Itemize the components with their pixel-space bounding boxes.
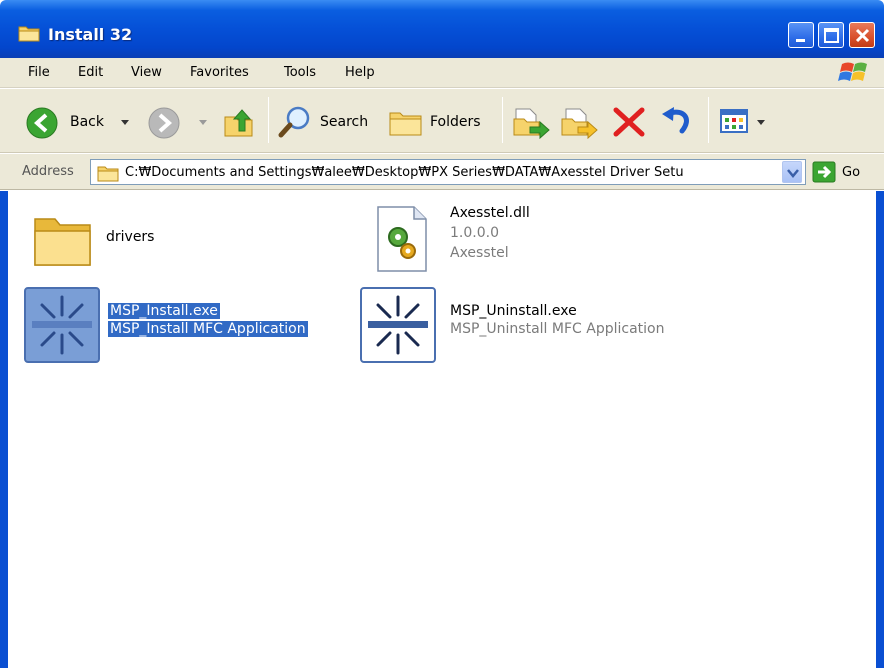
views-icon[interactable]: [720, 107, 750, 135]
address-path: C:₩Documents and Settings₩alee₩Desktop₩P…: [125, 165, 684, 180]
go-arrow-icon[interactable]: [812, 161, 836, 183]
folder-up-icon[interactable]: [222, 105, 256, 139]
forward-arrow-icon[interactable]: [148, 107, 180, 139]
axesstel-app-icon: [360, 287, 436, 363]
search-button[interactable]: Search: [320, 114, 368, 130]
move-to-icon[interactable]: [512, 105, 550, 139]
file-item-msp-uninstall[interactable]: MSP_Uninstall.exe MSP_Uninstall MFC Appl…: [360, 287, 700, 363]
maximize-icon: [824, 28, 839, 43]
chevron-down-icon: [787, 169, 799, 178]
address-dropdown-button[interactable]: [782, 161, 802, 183]
file-name: MSP_Install.exe: [108, 303, 220, 319]
menu-favorites[interactable]: Favorites: [190, 65, 249, 80]
address-label: Address: [22, 164, 74, 179]
file-list-pane[interactable]: drivers Axesstel.dll 1.0.0.0 Axesstel MS…: [0, 191, 884, 668]
menu-view[interactable]: View: [131, 65, 162, 80]
search-icon[interactable]: [278, 105, 314, 139]
file-item-axesstel-dll[interactable]: Axesstel.dll 1.0.0.0 Axesstel: [370, 201, 670, 281]
go-button[interactable]: Go: [842, 165, 860, 180]
file-description: MSP_Uninstall MFC Application: [450, 321, 665, 337]
menu-tools[interactable]: Tools: [284, 65, 316, 80]
file-description: MSP_Install MFC Application: [108, 321, 308, 337]
axesstel-app-icon: [24, 287, 100, 363]
minimize-button[interactable]: [788, 22, 814, 48]
toolbar-separator: [708, 97, 709, 143]
folder-icon: [18, 26, 40, 42]
file-item-msp-install[interactable]: MSP_Install.exe MSP_Install MFC Applicat…: [24, 287, 324, 363]
back-arrow-icon[interactable]: [26, 107, 58, 139]
file-name: Axesstel.dll: [450, 205, 530, 221]
file-item-drivers[interactable]: drivers: [28, 205, 228, 275]
toolbar-separator: [268, 97, 269, 143]
delete-icon[interactable]: [612, 106, 646, 138]
chevron-down-icon[interactable]: [756, 119, 766, 127]
menu-edit[interactable]: Edit: [78, 65, 103, 80]
file-name: MSP_Uninstall.exe: [450, 303, 577, 319]
folder-icon: [34, 218, 91, 266]
undo-icon[interactable]: [660, 105, 694, 137]
toolbar: Back Search Folders: [0, 89, 884, 153]
toolbar-separator: [502, 97, 503, 143]
close-icon: [855, 28, 870, 43]
menu-bar: File Edit View Favorites Tools Help: [0, 58, 884, 88]
folder-icon: [97, 166, 119, 182]
folders-button[interactable]: Folders: [430, 114, 481, 130]
minimize-icon: [796, 39, 805, 42]
menu-file[interactable]: File: [28, 65, 50, 80]
back-button[interactable]: Back: [70, 114, 104, 130]
file-name: drivers: [106, 229, 155, 245]
folders-icon[interactable]: [388, 107, 424, 137]
chevron-down-icon[interactable]: [198, 119, 208, 127]
address-input[interactable]: C:₩Documents and Settings₩alee₩Desktop₩P…: [90, 159, 806, 185]
chevron-down-icon[interactable]: [120, 119, 130, 127]
title-bar[interactable]: Install 32: [0, 0, 884, 58]
window-title: Install 32: [48, 25, 133, 44]
address-bar: Address C:₩Documents and Settings₩alee₩D…: [0, 154, 884, 190]
dll-gear-icon: [377, 206, 427, 272]
menu-help[interactable]: Help: [345, 65, 375, 80]
file-version: 1.0.0.0: [450, 225, 499, 241]
windows-logo-icon: [838, 62, 867, 81]
maximize-button[interactable]: [818, 22, 844, 48]
file-company: Axesstel: [450, 245, 509, 261]
copy-to-icon[interactable]: [560, 105, 598, 139]
close-button[interactable]: [849, 22, 875, 48]
